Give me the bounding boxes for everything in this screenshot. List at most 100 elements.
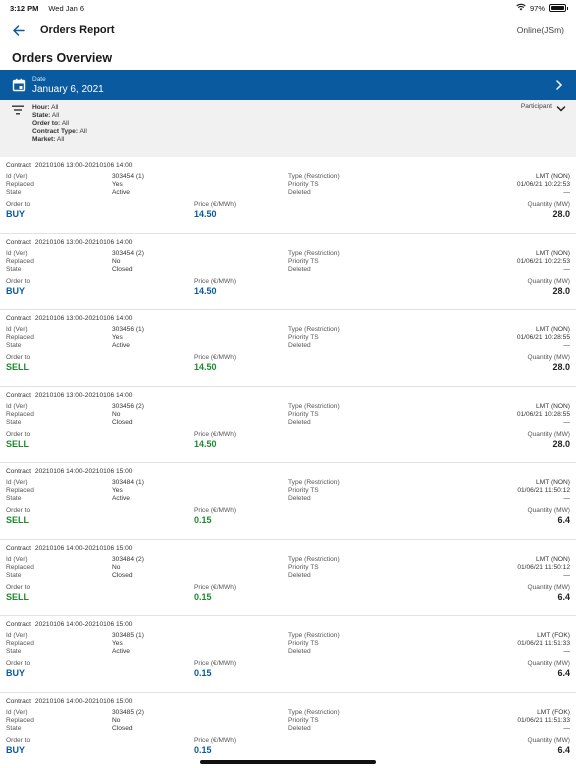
order-price: Price (€/MWh) 0.15 — [194, 507, 237, 525]
order-price: Price (€/MWh) 14.50 — [194, 430, 237, 449]
order-price: Price (€/MWh) 0.15 — [194, 736, 237, 755]
chevron-down-icon — [556, 106, 566, 112]
order-direction: Order to BUY — [6, 736, 31, 755]
filter-order-to: Order to: All — [32, 120, 70, 127]
arrow-left-icon — [13, 24, 25, 36]
order-quantity: Quantity (MW) 6.4 — [527, 583, 571, 602]
order-field-labels: Id (Ver) Replaced State — [6, 173, 34, 196]
order-field-values: 303484 (2) No Closed — [112, 555, 144, 579]
order-field-labels: Id (Ver) Replaced State — [6, 479, 34, 502]
order-field-values: 303454 (1) Yes Active — [112, 173, 144, 196]
order-field-labels: Id (Ver) Replaced State — [6, 555, 34, 579]
order-contract: Contract 20210106 14:00-20210106 15:00 — [6, 621, 133, 628]
order-field-values: 303454 (2) No Closed — [112, 249, 144, 273]
order-meta-labels: Type (Restriction) Priority TS Deleted — [288, 479, 340, 502]
nav-bar: Orders Report Online(JSm) — [0, 15, 576, 45]
order-card[interactable]: Contract 20210106 14:00-20210106 15:00 Id… — [0, 693, 576, 768]
calendar-icon — [12, 78, 26, 92]
order-card[interactable]: Contract 20210106 14:00-20210106 15:00 Id… — [0, 616, 576, 693]
order-direction: Order to SELL — [6, 507, 31, 525]
order-direction: Order to BUY — [6, 660, 31, 678]
order-contract: Contract 20210106 13:00-20210106 14:00 — [6, 315, 133, 322]
order-field-labels: Id (Ver) Replaced State — [6, 402, 34, 426]
order-quantity: Quantity (MW) 28.0 — [527, 354, 571, 372]
order-meta-values: LMT (NON) 01/06/21 11:50:12— — [517, 479, 570, 502]
orders-list: Contract 20210106 13:00-20210106 14:00 Id… — [0, 157, 576, 768]
filter-state: State: All — [32, 112, 60, 119]
wifi-icon — [516, 3, 526, 13]
filter-panel[interactable]: Hour: All State: All Order to: All Contr… — [0, 100, 576, 157]
order-field-labels: Id (Ver) Replaced State — [6, 708, 34, 732]
order-meta-labels: Type (Restriction) Priority TS Deleted — [288, 173, 340, 196]
order-field-labels: Id (Ver) Replaced State — [6, 249, 34, 273]
date-selector[interactable]: Date January 6, 2021 — [0, 70, 576, 100]
order-meta-labels: Type (Restriction) Priority TS Deleted — [288, 632, 340, 655]
order-quantity: Quantity (MW) 6.4 — [527, 507, 571, 525]
order-meta-labels: Type (Restriction) Priority TS Deleted — [288, 708, 340, 732]
order-quantity: Quantity (MW) 6.4 — [527, 660, 571, 678]
user-status: Online(JSm) — [516, 25, 564, 35]
order-meta-values: LMT (NON) 01/06/21 10:28:55— — [516, 402, 570, 426]
participant-toggle[interactable]: Participant — [521, 103, 566, 114]
nav-title: Orders Report — [40, 24, 115, 36]
order-meta-values: LMT (FOK) 01/06/21 11:51:33— — [517, 632, 570, 655]
order-meta-labels: Type (Restriction) Priority TS Deleted — [288, 555, 340, 579]
order-card[interactable]: Contract 20210106 14:00-20210106 15:00 Id… — [0, 540, 576, 616]
order-price: Price (€/MWh) 14.50 — [194, 201, 237, 219]
date-value: January 6, 2021 — [32, 83, 104, 95]
filter-list: Hour: All State: All Order to: All Contr… — [32, 104, 87, 153]
order-field-labels: Id (Ver) Replaced State — [6, 326, 34, 349]
order-contract: Contract 20210106 14:00-20210106 15:00 — [6, 468, 133, 475]
order-meta-values: LMT (NON) 01/06/21 10:28:55— — [516, 326, 570, 349]
order-price: Price (€/MWh) 14.50 — [194, 354, 237, 372]
participant-label: Participant — [520, 103, 552, 110]
order-price: Price (€/MWh) 0.15 — [194, 660, 237, 678]
order-card[interactable]: Contract 20210106 13:00-20210106 14:00 Id… — [0, 157, 576, 234]
status-date: Wed Jan 6 — [48, 3, 85, 13]
order-field-values: 303485 (1) Yes Active — [112, 632, 144, 655]
order-card[interactable]: Contract 20210106 13:00-20210106 14:00 Id… — [0, 310, 576, 387]
order-direction: Order to SELL — [6, 354, 31, 372]
order-contract: Contract 20210106 13:00-20210106 14:00 — [6, 162, 133, 169]
order-direction: Order to BUY — [6, 277, 31, 296]
page-title: Orders Overview — [12, 51, 113, 65]
order-card[interactable]: Contract 20210106 13:00-20210106 14:00 Id… — [0, 387, 576, 463]
order-field-values: 303485 (2) No Closed — [112, 708, 144, 732]
status-bar: 3:12 PM Wed Jan 6 97% — [0, 1, 576, 15]
order-field-values: 303456 (2) No Closed — [112, 402, 144, 426]
home-indicator[interactable] — [200, 760, 376, 764]
filter-contract-type: Contract Type: All — [32, 128, 87, 135]
battery-icon — [549, 4, 568, 12]
order-direction: Order to SELL — [6, 583, 31, 602]
order-meta-values: LMT (NON) 01/06/21 10:22:53— — [516, 173, 570, 196]
order-price: Price (€/MWh) 14.50 — [194, 277, 237, 296]
filter-hour: Hour: All — [32, 104, 59, 111]
order-contract: Contract 20210106 14:00-20210106 15:00 — [6, 697, 133, 705]
order-meta-values: LMT (NON) 01/06/21 11:50:12— — [517, 555, 570, 579]
order-contract: Contract 20210106 13:00-20210106 14:00 — [6, 391, 133, 399]
order-meta-labels: Type (Restriction) Priority TS Deleted — [288, 249, 340, 273]
order-quantity: Quantity (MW) 6.4 — [527, 736, 571, 755]
back-button[interactable] — [10, 21, 28, 39]
order-field-labels: Id (Ver) Replaced State — [6, 632, 34, 655]
order-quantity: Quantity (MW) 28.0 — [527, 201, 571, 219]
order-card[interactable]: Contract 20210106 14:00-20210106 15:00 Id… — [0, 463, 576, 540]
filter-market: Market: All — [32, 136, 65, 143]
chevron-right-icon — [556, 80, 563, 90]
battery-percent: 97% — [529, 3, 545, 13]
order-meta-values: LMT (NON) 01/06/21 10:22:53— — [516, 249, 570, 273]
status-time: 3:12 PM — [10, 3, 39, 13]
order-direction: Order to SELL — [6, 430, 31, 449]
order-quantity: Quantity (MW) 28.0 — [527, 430, 571, 449]
order-contract: Contract 20210106 14:00-20210106 15:00 — [6, 544, 133, 552]
order-direction: Order to BUY — [6, 201, 31, 219]
date-label: Date — [32, 75, 46, 83]
order-contract: Contract 20210106 13:00-20210106 14:00 — [6, 238, 133, 246]
order-card[interactable]: Contract 20210106 13:00-20210106 14:00 Id… — [0, 234, 576, 310]
order-price: Price (€/MWh) 0.15 — [194, 583, 237, 602]
filter-icon — [12, 105, 24, 115]
order-meta-labels: Type (Restriction) Priority TS Deleted — [288, 402, 340, 426]
order-quantity: Quantity (MW) 28.0 — [527, 277, 571, 296]
order-field-values: 303484 (1) Yes Active — [112, 479, 144, 502]
order-field-values: 303456 (1) Yes Active — [112, 326, 144, 349]
